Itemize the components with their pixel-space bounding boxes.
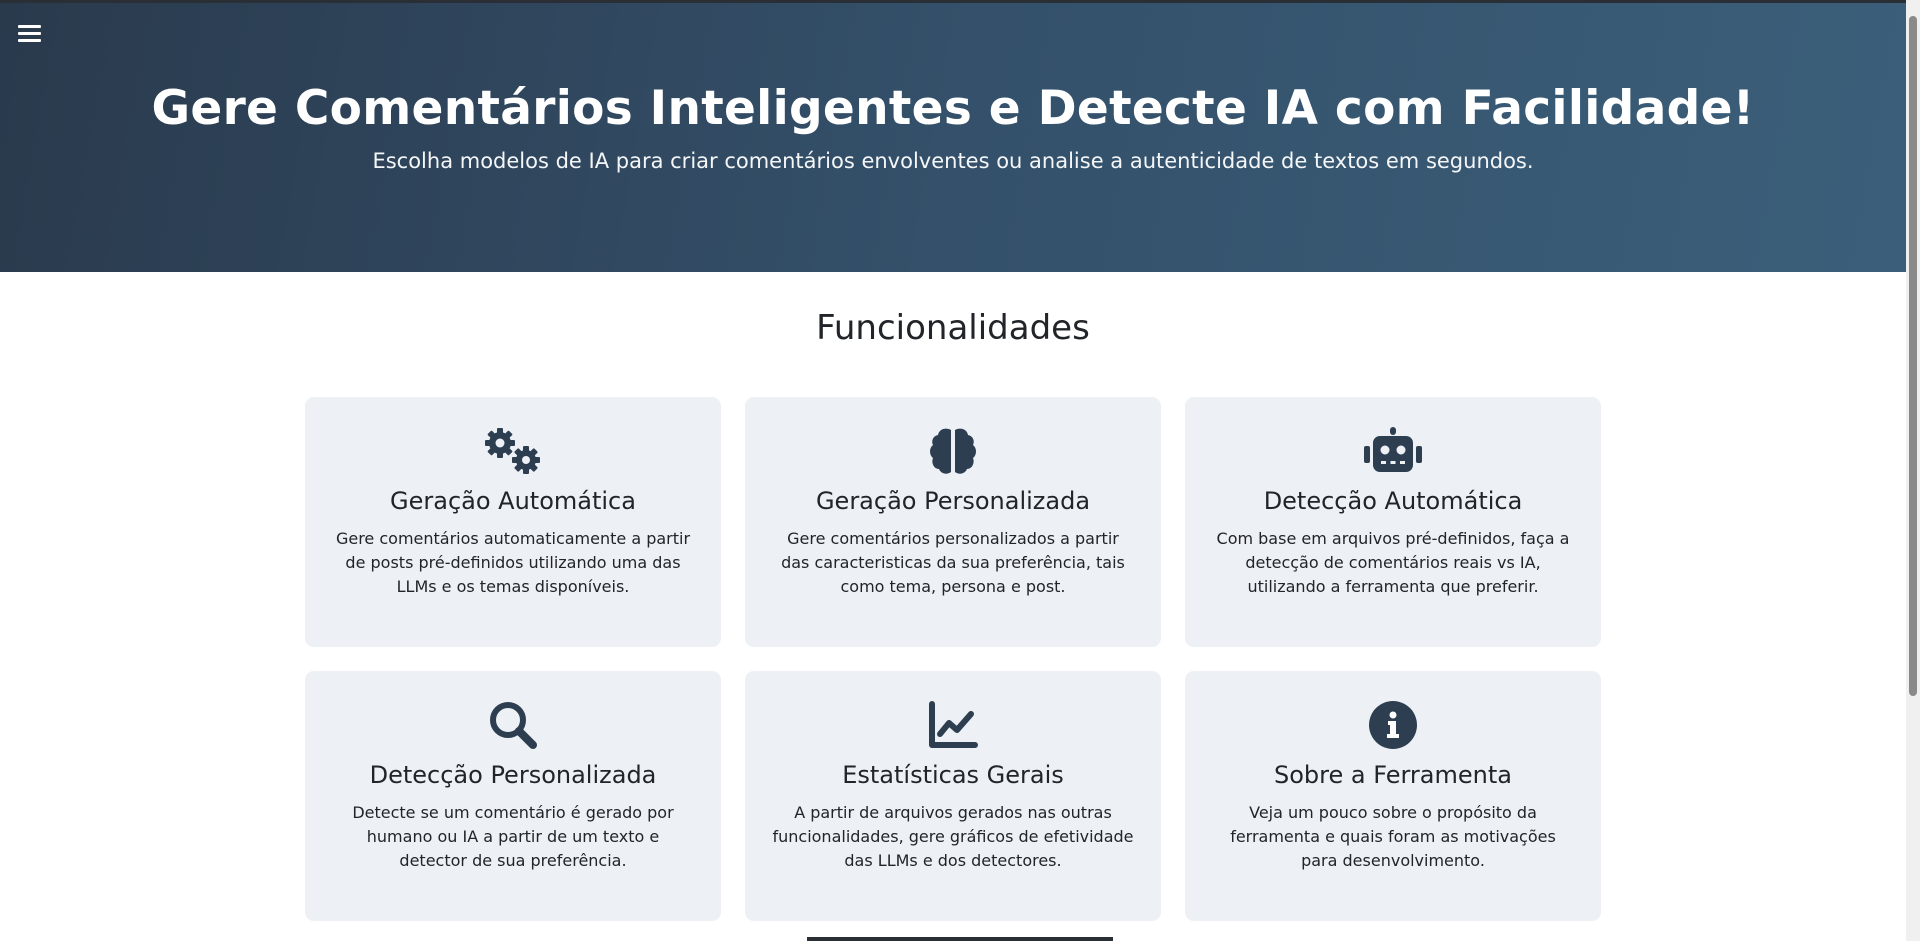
page-scrollbar[interactable] bbox=[1906, 0, 1920, 941]
info-circle-icon bbox=[1185, 699, 1601, 751]
bottom-divider bbox=[807, 937, 1113, 941]
card-title: Detecção Personalizada bbox=[369, 761, 657, 789]
hamburger-menu-icon[interactable] bbox=[18, 23, 42, 45]
chart-line-icon bbox=[745, 699, 1161, 751]
card-description: Veja um pouco sobre o propósito da ferra… bbox=[1230, 803, 1556, 870]
card-description: Detecte se um comentário é gerado por hu… bbox=[352, 803, 674, 870]
card-deteccao-personalizada[interactable]: Detecção Personalizada Detecte se um com… bbox=[305, 671, 721, 921]
card-title: Geração Personalizada bbox=[815, 487, 1091, 515]
card-geracao-automatica[interactable]: Geração Automática Gere comentários auto… bbox=[305, 397, 721, 647]
card-deteccao-automatica[interactable]: Detecção Automática Com base em arquivos… bbox=[1185, 397, 1601, 647]
card-description: A partir de arquivos gerados nas outras … bbox=[772, 803, 1134, 870]
card-title: Geração Automática bbox=[390, 487, 636, 515]
gears-icon bbox=[305, 425, 721, 477]
search-icon bbox=[305, 699, 721, 751]
scrollbar-thumb[interactable] bbox=[1909, 16, 1917, 696]
card-estatisticas-gerais[interactable]: Estatísticas Gerais A partir de arquivos… bbox=[745, 671, 1161, 921]
hero-banner: Gere Comentários Inteligentes e Detecte … bbox=[0, 3, 1906, 272]
card-description: Gere comentários automaticamente a parti… bbox=[335, 529, 691, 596]
card-title: Sobre a Ferramenta bbox=[1274, 761, 1512, 789]
card-title: Detecção Automática bbox=[1263, 487, 1523, 515]
card-geracao-personalizada[interactable]: Geração Personalizada Gere comentários p… bbox=[745, 397, 1161, 647]
hero-title: Gere Comentários Inteligentes e Detecte … bbox=[151, 81, 1755, 136]
card-description: Com base em arquivos pré-definidos, faça… bbox=[1216, 529, 1570, 596]
card-description: Gere comentários personalizados a partir… bbox=[781, 529, 1125, 596]
hero-subtitle: Escolha modelos de IA para criar comentá… bbox=[372, 149, 1534, 173]
card-title: Estatísticas Gerais bbox=[842, 761, 1064, 789]
section-title: Funcionalidades bbox=[816, 308, 1090, 348]
card-sobre-ferramenta[interactable]: Sobre a Ferramenta Veja um pouco sobre o… bbox=[1185, 671, 1601, 921]
robot-icon bbox=[1185, 425, 1601, 477]
brain-icon bbox=[745, 425, 1161, 477]
